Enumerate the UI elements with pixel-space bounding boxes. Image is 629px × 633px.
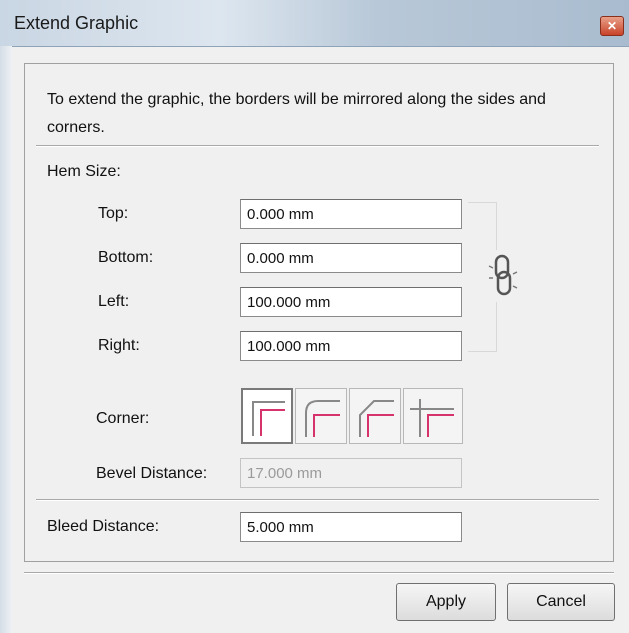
bottom-field[interactable] [240,243,462,273]
corner-bevel-button[interactable] [349,388,401,444]
left-label: Left: [98,293,130,310]
window-title: Extend Graphic [14,13,139,33]
bevel-distance-label: Bevel Distance: [96,465,208,482]
bleed-distance-label: Bleed Distance: [47,518,160,535]
top-field[interactable] [240,199,462,229]
bevel-distance-field [240,458,462,488]
corner-bevel-icon [359,400,394,437]
window-frame-edge [0,46,12,633]
separator [36,145,599,147]
bottom-label: Bottom: [98,249,154,266]
extend-graphic-dialog: Extend Graphic ✕ To extend the graphic, … [0,0,629,633]
corner-overlap-button[interactable] [403,388,463,444]
chain-link-icon [488,254,518,296]
corner-overlap-icon [410,399,454,437]
cancel-button[interactable]: Cancel [507,583,615,621]
apply-button[interactable]: Apply [396,583,496,621]
corner-square-button[interactable] [241,388,293,444]
button-separator [24,572,614,574]
corner-round-icon [305,400,340,437]
description-text: To extend the graphic, the borders will … [47,91,546,136]
close-button[interactable]: ✕ [600,16,624,36]
corner-label: Corner: [96,410,150,427]
title-bar[interactable]: Extend Graphic ✕ [0,0,629,47]
corner-square-icon [252,401,285,436]
close-icon: ✕ [606,19,618,33]
top-label: Top: [98,205,129,222]
bleed-distance-field[interactable] [240,512,462,542]
hem-size-label: Hem Size: [47,163,121,180]
corner-round-button[interactable] [295,388,347,444]
separator [36,499,599,501]
right-label: Right: [98,337,140,354]
right-field[interactable] [240,331,462,361]
link-values-toggle[interactable] [486,250,520,302]
left-field[interactable] [240,287,462,317]
